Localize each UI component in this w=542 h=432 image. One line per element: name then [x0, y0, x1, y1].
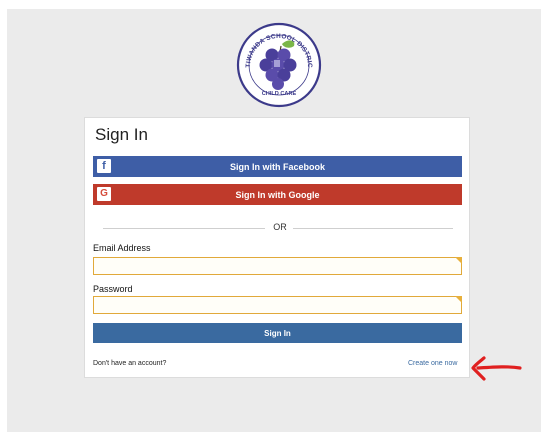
facebook-icon: f [97, 159, 111, 173]
signin-button-label: Sign In [264, 328, 291, 338]
divider-line-left [103, 228, 265, 229]
password-field[interactable] [93, 296, 462, 314]
facebook-signin-button[interactable]: f Sign In with Facebook [93, 156, 462, 177]
district-logo: ETIWANDA SCHOOL DISTRICT CHILD CARE [236, 22, 322, 108]
signin-card: Sign In f Sign In with Facebook G Sign I… [84, 117, 470, 378]
or-text: OR [273, 222, 287, 232]
google-icon: G [97, 187, 111, 201]
divider-line-right [293, 228, 453, 229]
password-label: Password [93, 284, 133, 294]
page-title: Sign In [95, 125, 148, 144]
required-marker-icon [455, 257, 462, 264]
no-account-text: Don't have an account? [93, 360, 167, 367]
google-signin-label: Sign In with Google [235, 189, 320, 200]
email-field[interactable] [93, 257, 462, 275]
logo-bottom-text: CHILD CARE [262, 91, 297, 97]
signin-button[interactable]: Sign In [93, 323, 462, 343]
or-divider: OR [93, 222, 462, 234]
google-signin-button[interactable]: G Sign In with Google [93, 184, 462, 205]
create-account-link[interactable]: Create one now [408, 360, 457, 367]
facebook-signin-label: Sign In with Facebook [229, 161, 325, 172]
required-marker-icon [455, 296, 462, 303]
email-label: Email Address [93, 243, 151, 253]
red-arrow-icon [471, 356, 522, 381]
